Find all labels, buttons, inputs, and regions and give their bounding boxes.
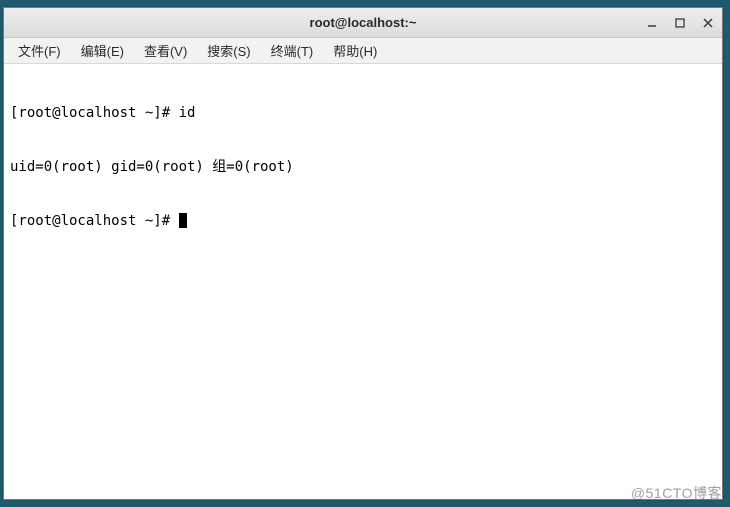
terminal-window: root@localhost:~ 文件(F) 编辑(E) 查看 xyxy=(3,7,723,500)
menubar: 文件(F) 编辑(E) 查看(V) 搜索(S) 终端(T) 帮助(H) xyxy=(4,38,722,64)
window-title: root@localhost:~ xyxy=(310,15,417,30)
watermark: @51CTO博客 xyxy=(631,483,722,503)
menu-terminal[interactable]: 终端(T) xyxy=(263,38,322,63)
minimize-button[interactable] xyxy=(644,15,660,31)
terminal-line-2: uid=0(root) gid=0(root) 组=0(root) xyxy=(10,158,716,176)
terminal-line-1: [root@localhost ~]# id xyxy=(10,104,716,122)
menu-edit[interactable]: 编辑(E) xyxy=(73,38,132,63)
menu-view[interactable]: 查看(V) xyxy=(136,38,195,63)
close-button[interactable] xyxy=(700,15,716,31)
titlebar[interactable]: root@localhost:~ xyxy=(4,8,722,38)
menu-search[interactable]: 搜索(S) xyxy=(199,38,258,63)
close-icon xyxy=(702,17,714,29)
cursor-icon xyxy=(179,213,187,228)
prompt: [root@localhost ~]# xyxy=(10,213,179,229)
minimize-icon xyxy=(646,17,658,29)
command-text: id xyxy=(179,105,196,121)
window-controls xyxy=(644,8,716,38)
terminal-area[interactable]: [root@localhost ~]# id uid=0(root) gid=0… xyxy=(4,64,722,499)
maximize-icon xyxy=(674,17,686,29)
menu-file[interactable]: 文件(F) xyxy=(10,38,69,63)
terminal-line-3: [root@localhost ~]# xyxy=(10,212,716,230)
menu-help[interactable]: 帮助(H) xyxy=(325,38,385,63)
prompt: [root@localhost ~]# xyxy=(10,105,179,121)
maximize-button[interactable] xyxy=(672,15,688,31)
